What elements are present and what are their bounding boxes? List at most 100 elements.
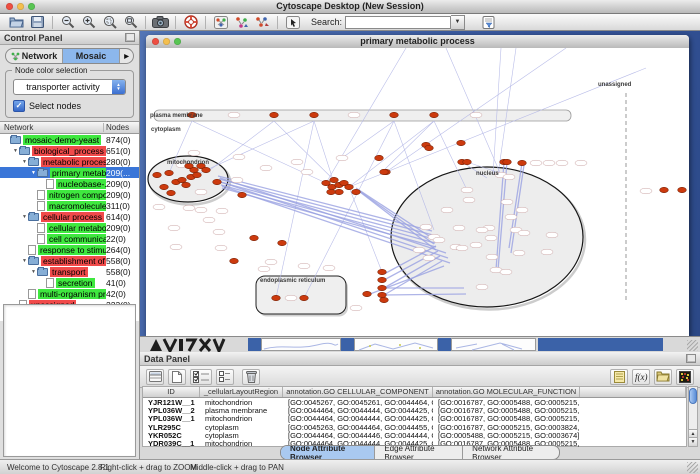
select-nodes-checkbox[interactable]: ✓ [13,100,25,112]
tree-row[interactable]: ▼transport558(0) [0,266,139,277]
folder-icon [28,158,39,166]
network-overview-icon[interactable] [211,15,230,30]
select-mode-icon[interactable] [283,15,302,30]
create-attribute-icon[interactable] [168,369,186,385]
tree-expand-arrow-icon[interactable]: ▼ [21,214,28,220]
tree-row-node-count: 209(0) [106,223,139,233]
tree-row[interactable]: multi-organism pro...42(0) [0,288,139,299]
tree-row[interactable]: response to stimul...264(0) [0,244,139,255]
app-resize-grip[interactable] [687,462,698,473]
toolbar-separator [145,16,146,29]
background-window[interactable] [451,338,536,351]
table-column-header[interactable]: annotation.GO CELLULAR_COMPONENT [283,387,433,397]
data-panel: Data Panel f(x) [140,352,700,460]
tab-node-attribute-browser[interactable]: Node Attribute Browser [281,446,375,459]
tree-row[interactable]: nitrogen compo...209(0) [0,189,139,200]
delete-attribute-icon[interactable] [242,369,260,385]
tree-expand-arrow-icon[interactable]: ▼ [21,258,28,264]
network-canvas[interactable]: plasma membranecytoplasmmitochondrionnuc… [146,48,689,336]
background-window[interactable] [248,338,261,351]
attribute-table-body: YJR121W__1mitochondrion[GO:0045267, GO:0… [143,398,686,448]
formula-builder-icon[interactable]: f(x) [632,369,650,385]
svg-text:endoplasmic reticulum: endoplasmic reticulum [260,278,325,284]
tree-row[interactable]: cell communicat...22(0) [0,233,139,244]
zoom-fit-icon[interactable] [121,15,140,30]
tree-expand-arrow-icon[interactable]: ▼ [30,269,37,275]
tree-row[interactable]: ▼establishment of lo...558(0) [0,255,139,266]
tree-row-label: nitrogen compo... [47,190,106,200]
toolbar-separator [175,16,176,29]
node-color-dropdown[interactable]: transporter activity ▲▼ [13,79,126,95]
network-tree-header: Network Nodes [0,121,139,134]
scroll-down-icon[interactable]: ▼ [689,437,697,446]
table-scrollbar[interactable]: ▲ ▼ [688,386,698,447]
tree-col-network[interactable]: Network [0,123,104,132]
select-attributes-icon[interactable] [190,369,212,385]
network-overview-panel[interactable] [3,304,136,457]
tab-mosaic[interactable]: Mosaic [63,49,120,63]
table-column-header[interactable]: _cellularLayoutRegion [200,387,283,397]
background-window[interactable] [261,338,341,351]
tree-row-label: cell communicat... [47,234,106,244]
svg-text:plasma membrane: plasma membrane [150,113,203,119]
attribute-matrix-icon[interactable] [676,369,694,385]
zoom-out-icon[interactable] [58,15,77,30]
open-session-icon[interactable] [7,15,26,30]
folder-icon [28,257,39,265]
search-input[interactable] [345,16,451,29]
layout-network-icon[interactable] [232,15,251,30]
network-view-titlebar[interactable]: primary metabolic process [146,35,689,49]
tree-row[interactable]: cellular metabo...209(0) [0,222,139,233]
search-options-icon[interactable] [479,15,498,30]
float-data-panel-icon[interactable] [686,354,696,363]
tree-row[interactable]: nucleobase-...209(0) [0,178,139,189]
background-window[interactable] [341,338,354,351]
search-dropdown-arrow[interactable]: ▼ [451,15,465,30]
snapshot-camera-icon[interactable] [151,15,170,30]
import-attributes-icon[interactable] [654,369,672,385]
attribute-grid-icon[interactable] [146,369,164,385]
file-icon [37,234,45,244]
toolbar-separator [277,16,278,29]
window-resize-grip[interactable] [687,340,698,351]
background-window[interactable] [538,338,663,351]
help-lifering-icon[interactable] [181,15,200,30]
tree-expand-arrow-icon[interactable]: ▼ [21,159,28,165]
tree-row[interactable]: ▼metabolic process280(0) [0,156,139,167]
zoom-in-icon[interactable] [79,15,98,30]
status-message: Welcome to Cytoscape 2.8.1 [7,463,109,472]
tab-network[interactable]: Network [6,49,63,63]
notepad-icon[interactable] [610,369,628,385]
tree-row[interactable]: ▼biological_process651(0) [0,145,139,156]
tree-row[interactable]: ▼cellular process614(0) [0,211,139,222]
table-column-header[interactable] [580,387,686,397]
tree-col-nodes[interactable]: Nodes [104,123,139,132]
tree-row[interactable]: ▼primary metabolic process209(... [0,167,139,178]
tree-row[interactable]: macromolecule...311(0) [0,200,139,211]
zoom-selected-icon[interactable] [100,15,119,30]
tree-row[interactable]: mosaic-demo-yeast874(0) [0,134,139,145]
folder-icon [37,169,48,177]
svg-text:cytoplasm: cytoplasm [151,127,181,133]
tab-edge-attribute-browser[interactable]: Edge Attribute Browser [375,446,463,459]
node-color-dropdown-value: transporter activity [14,80,112,94]
scrollbar-thumb[interactable] [689,388,697,404]
network-view-window[interactable]: primary metabolic process plasma membran… [146,35,689,336]
tab-network-attribute-browser[interactable]: Network Attribute Browser [463,446,559,459]
float-control-panel-icon[interactable] [125,33,135,42]
tab-overflow-arrow-icon[interactable]: ▶ [120,49,133,63]
tree-row[interactable]: secretion41(0) [0,277,139,288]
tree-row-node-count: 264(0) [106,245,139,255]
network-tab-icon [11,52,20,61]
table-column-header[interactable]: annotation.GO MOLECULAR_FUNCTION [433,387,580,397]
file-icon [46,278,54,288]
attribute-table: ID_cellularLayoutRegionannotation.GO CEL… [142,386,687,447]
layout-selected-icon[interactable] [253,15,272,30]
tree-expand-arrow-icon[interactable]: ▼ [30,170,37,176]
tree-expand-arrow-icon[interactable]: ▼ [12,148,19,154]
background-window[interactable] [438,338,451,351]
background-window[interactable] [354,338,438,351]
save-session-icon[interactable] [28,15,47,30]
table-column-header[interactable]: ID [143,387,200,397]
attribute-list-icon[interactable] [216,369,234,385]
